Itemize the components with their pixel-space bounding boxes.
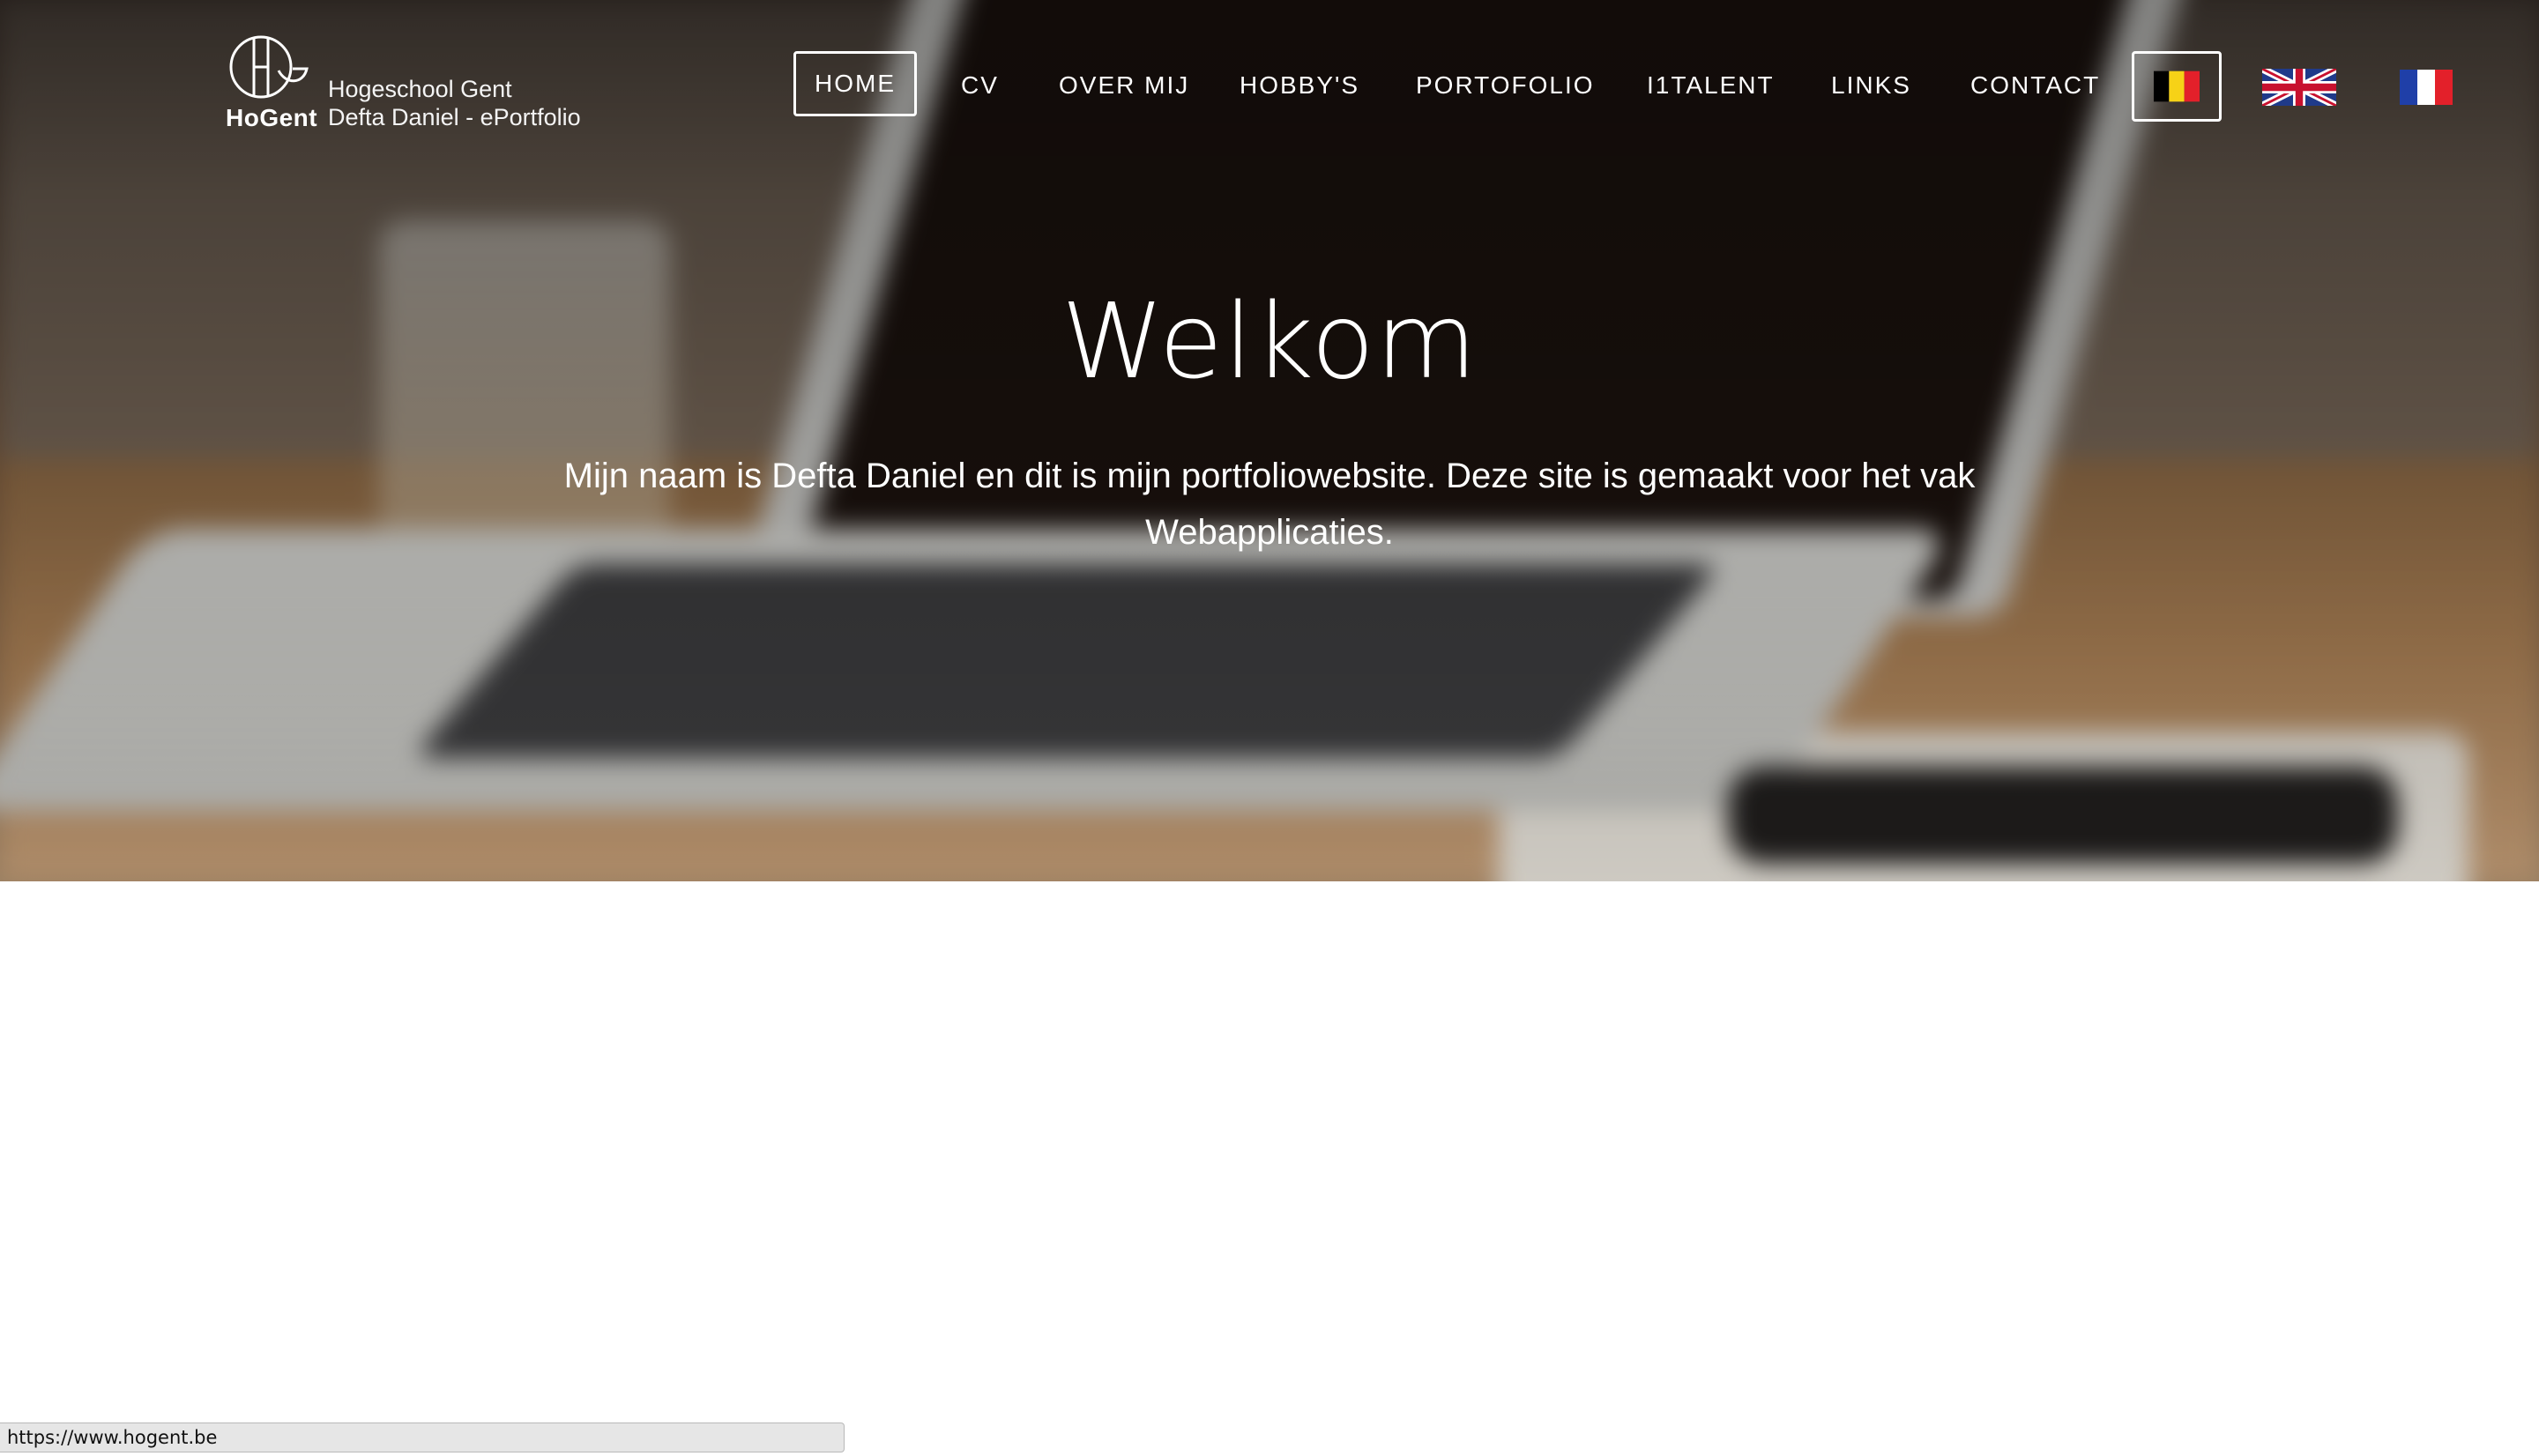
nav-portofolio[interactable]: PORTOFOLIO [1416,71,1595,100]
nav-links[interactable]: LINKS [1831,71,1911,100]
logo-school-name[interactable]: Hogeschool Gent [328,76,512,103]
nav-home-label: HOME [815,70,896,97]
uk-flag-icon[interactable] [2262,69,2336,106]
france-flag-icon[interactable] [2400,69,2453,106]
logo-site-name[interactable]: Defta Daniel - ePortfolio [328,104,581,131]
hero-section: HoGent Hogeschool Gent Defta Daniel - eP… [0,0,2539,881]
hero-subtitle: Mijn naam is Defta Daniel en dit is mijn… [563,457,1976,552]
hero-overlay [0,0,2539,881]
nav-over-mij[interactable]: OVER MIJ [1059,71,1189,100]
browser-status-bar: https://www.hogent.be [0,1423,845,1452]
nav-i1talent[interactable]: I1TALENT [1647,71,1775,100]
nav-hobbys[interactable]: HOBBY'S [1240,71,1359,100]
nav-home[interactable]: HOME [793,51,917,116]
status-url: https://www.hogent.be [7,1427,218,1448]
hero-title: Welkom [1061,280,1478,402]
hogent-logo-icon[interactable] [227,33,312,104]
nav-cv[interactable]: CV [961,71,999,100]
belgium-flag-icon [2154,71,2200,102]
nav-contact[interactable]: CONTACT [1970,71,2100,100]
logo-brand-text[interactable]: HoGent [226,104,317,132]
language-nl-button[interactable] [2132,51,2222,122]
